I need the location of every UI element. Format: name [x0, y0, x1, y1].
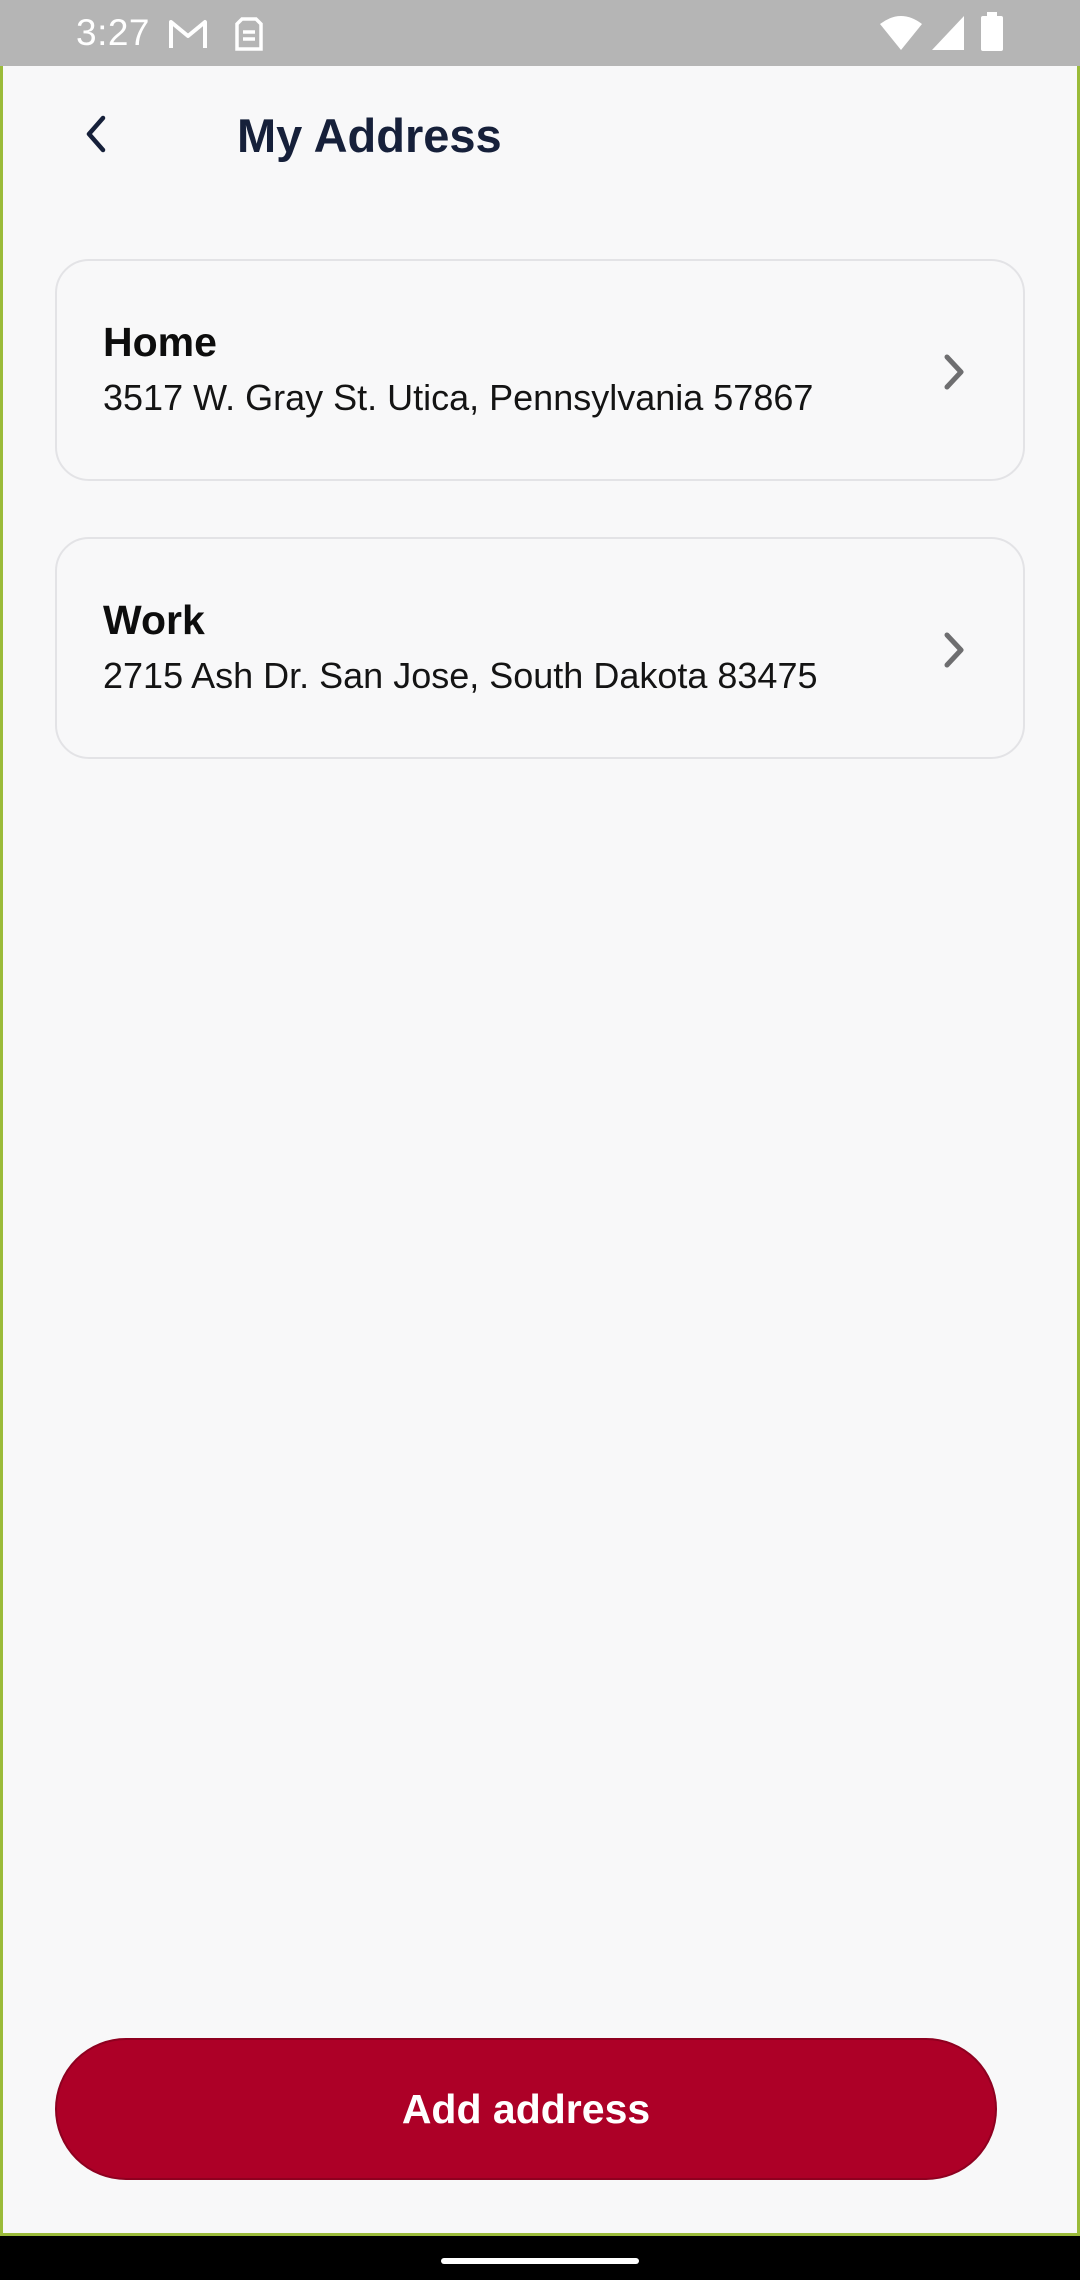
add-address-button[interactable]: Add address	[55, 2038, 997, 2180]
status-bar: 3:27	[0, 0, 1080, 66]
navigation-bar	[0, 2236, 1080, 2280]
battery-icon	[980, 12, 1004, 57]
back-button[interactable]	[66, 106, 126, 166]
sim-icon	[234, 16, 264, 57]
address-label: Home	[103, 319, 217, 365]
address-label: Work	[103, 597, 205, 643]
chevron-right-icon	[933, 347, 973, 397]
signal-icon	[930, 14, 966, 57]
gmail-icon	[168, 18, 208, 55]
home-gesture-handle[interactable]	[441, 2258, 639, 2264]
address-text: 2715 Ash Dr. San Jose, South Dakota 8347…	[103, 655, 818, 696]
chevron-left-icon	[81, 114, 111, 159]
address-card-home[interactable]: Home 3517 W. Gray St. Utica, Pennsylvani…	[55, 259, 1025, 481]
status-time: 3:27	[76, 12, 151, 53]
address-card-work[interactable]: Work 2715 Ash Dr. San Jose, South Dakota…	[55, 537, 1025, 759]
header: My Address	[0, 66, 1080, 206]
chevron-right-icon	[933, 625, 973, 675]
page-title: My Address	[237, 109, 502, 162]
address-text: 3517 W. Gray St. Utica, Pennsylvania 578…	[103, 377, 814, 418]
wifi-icon	[878, 14, 924, 57]
add-address-label: Add address	[401, 2085, 651, 2132]
